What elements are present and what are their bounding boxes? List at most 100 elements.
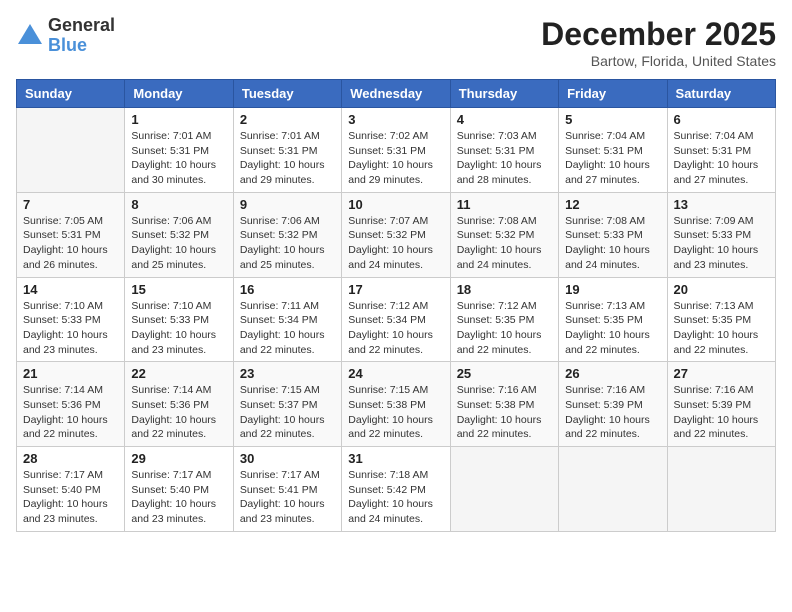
- calendar-cell: 17 Sunrise: 7:12 AM Sunset: 5:34 PM Dayli…: [342, 277, 450, 362]
- calendar-day-header: Sunday: [17, 80, 125, 108]
- day-info: Sunrise: 7:06 AM Sunset: 5:32 PM Dayligh…: [240, 214, 335, 273]
- day-number: 9: [240, 197, 335, 212]
- calendar-cell: 8 Sunrise: 7:06 AM Sunset: 5:32 PM Daylig…: [125, 192, 233, 277]
- calendar-cell: 22 Sunrise: 7:14 AM Sunset: 5:36 PM Dayli…: [125, 362, 233, 447]
- calendar-day-header: Tuesday: [233, 80, 341, 108]
- calendar-week-row: 14 Sunrise: 7:10 AM Sunset: 5:33 PM Dayli…: [17, 277, 776, 362]
- calendar-day-header: Monday: [125, 80, 233, 108]
- day-info: Sunrise: 7:08 AM Sunset: 5:32 PM Dayligh…: [457, 214, 552, 273]
- calendar-cell: 7Sunrise: 7:05 AM Sunset: 5:31 PM Daylig…: [17, 192, 125, 277]
- logo-general: General: [48, 15, 115, 35]
- logo-icon: [16, 22, 44, 50]
- calendar-cell: 16 Sunrise: 7:11 AM Sunset: 5:34 PM Dayli…: [233, 277, 341, 362]
- day-number: 30: [240, 451, 335, 466]
- day-number: 2: [240, 112, 335, 127]
- day-number: 28: [23, 451, 118, 466]
- day-number: 3: [348, 112, 443, 127]
- page-header: General Blue December 2025 Bartow, Flori…: [16, 16, 776, 69]
- calendar-cell: 14 Sunrise: 7:10 AM Sunset: 5:33 PM Dayli…: [17, 277, 125, 362]
- calendar-cell: 11 Sunrise: 7:08 AM Sunset: 5:32 PM Dayli…: [450, 192, 558, 277]
- day-number: 18: [457, 282, 552, 297]
- calendar-cell: 25 Sunrise: 7:16 AM Sunset: 5:38 PM Dayli…: [450, 362, 558, 447]
- day-info: Sunrise: 7:10 AM Sunset: 5:33 PM Dayligh…: [131, 299, 226, 358]
- day-number: 13: [674, 197, 769, 212]
- calendar-cell: 26 Sunrise: 7:16 AM Sunset: 5:39 PM Dayli…: [559, 362, 667, 447]
- day-info: Sunrise: 7:03 AM Sunset: 5:31 PM Dayligh…: [457, 129, 552, 188]
- calendar-cell: 21 Sunrise: 7:14 AM Sunset: 5:36 PM Dayli…: [17, 362, 125, 447]
- day-number: 5: [565, 112, 660, 127]
- calendar-week-row: 21 Sunrise: 7:14 AM Sunset: 5:36 PM Dayli…: [17, 362, 776, 447]
- day-info: Sunrise: 7:17 AM Sunset: 5:40 PM Dayligh…: [23, 468, 118, 527]
- calendar-cell: 4 Sunrise: 7:03 AM Sunset: 5:31 PM Daylig…: [450, 108, 558, 193]
- calendar-week-row: 7Sunrise: 7:05 AM Sunset: 5:31 PM Daylig…: [17, 192, 776, 277]
- calendar-cell: 13 Sunrise: 7:09 AM Sunset: 5:33 PM Dayli…: [667, 192, 775, 277]
- day-number: 20: [674, 282, 769, 297]
- day-info: Sunrise: 7:16 AM Sunset: 5:38 PM Dayligh…: [457, 383, 552, 442]
- day-info: Sunrise: 7:01 AM Sunset: 5:31 PM Dayligh…: [240, 129, 335, 188]
- calendar-day-header: Wednesday: [342, 80, 450, 108]
- calendar-week-row: 1 Sunrise: 7:01 AM Sunset: 5:31 PM Daylig…: [17, 108, 776, 193]
- calendar-week-row: 28 Sunrise: 7:17 AM Sunset: 5:40 PM Dayli…: [17, 447, 776, 532]
- calendar-cell: 29 Sunrise: 7:17 AM Sunset: 5:40 PM Dayli…: [125, 447, 233, 532]
- day-number: 1: [131, 112, 226, 127]
- month-title: December 2025: [541, 16, 776, 53]
- day-number: 8: [131, 197, 226, 212]
- calendar-cell: 28 Sunrise: 7:17 AM Sunset: 5:40 PM Dayli…: [17, 447, 125, 532]
- calendar-cell: 3 Sunrise: 7:02 AM Sunset: 5:31 PM Daylig…: [342, 108, 450, 193]
- day-number: 24: [348, 366, 443, 381]
- calendar-day-header: Friday: [559, 80, 667, 108]
- day-info: Sunrise: 7:06 AM Sunset: 5:32 PM Dayligh…: [131, 214, 226, 273]
- calendar-cell: 18 Sunrise: 7:12 AM Sunset: 5:35 PM Dayli…: [450, 277, 558, 362]
- calendar-cell: 24 Sunrise: 7:15 AM Sunset: 5:38 PM Dayli…: [342, 362, 450, 447]
- day-info: Sunrise: 7:02 AM Sunset: 5:31 PM Dayligh…: [348, 129, 443, 188]
- day-number: 29: [131, 451, 226, 466]
- day-number: 12: [565, 197, 660, 212]
- day-info: Sunrise: 7:12 AM Sunset: 5:35 PM Dayligh…: [457, 299, 552, 358]
- day-info: Sunrise: 7:18 AM Sunset: 5:42 PM Dayligh…: [348, 468, 443, 527]
- day-info: Sunrise: 7:16 AM Sunset: 5:39 PM Dayligh…: [565, 383, 660, 442]
- day-number: 11: [457, 197, 552, 212]
- day-info: Sunrise: 7:09 AM Sunset: 5:33 PM Dayligh…: [674, 214, 769, 273]
- day-number: 23: [240, 366, 335, 381]
- day-info: Sunrise: 7:12 AM Sunset: 5:34 PM Dayligh…: [348, 299, 443, 358]
- day-number: 17: [348, 282, 443, 297]
- day-number: 16: [240, 282, 335, 297]
- calendar-cell: 30Sunrise: 7:17 AM Sunset: 5:41 PM Dayli…: [233, 447, 341, 532]
- calendar-day-header: Thursday: [450, 80, 558, 108]
- day-number: 15: [131, 282, 226, 297]
- calendar-cell: 1Sunrise: 7:01 AM Sunset: 5:31 PM Daylig…: [125, 108, 233, 193]
- calendar-cell: [450, 447, 558, 532]
- calendar-day-header: Saturday: [667, 80, 775, 108]
- day-info: Sunrise: 7:15 AM Sunset: 5:38 PM Dayligh…: [348, 383, 443, 442]
- calendar-cell: 5 Sunrise: 7:04 AM Sunset: 5:31 PM Daylig…: [559, 108, 667, 193]
- day-number: 31: [348, 451, 443, 466]
- calendar-cell: 6Sunrise: 7:04 AM Sunset: 5:31 PM Daylig…: [667, 108, 775, 193]
- day-info: Sunrise: 7:16 AM Sunset: 5:39 PM Dayligh…: [674, 383, 769, 442]
- day-info: Sunrise: 7:10 AM Sunset: 5:33 PM Dayligh…: [23, 299, 118, 358]
- calendar-cell: 12 Sunrise: 7:08 AM Sunset: 5:33 PM Dayli…: [559, 192, 667, 277]
- logo-text: General Blue: [48, 16, 115, 56]
- calendar-cell: 27Sunrise: 7:16 AM Sunset: 5:39 PM Dayli…: [667, 362, 775, 447]
- day-info: Sunrise: 7:14 AM Sunset: 5:36 PM Dayligh…: [131, 383, 226, 442]
- logo: General Blue: [16, 16, 115, 56]
- calendar-cell: [667, 447, 775, 532]
- day-number: 10: [348, 197, 443, 212]
- day-info: Sunrise: 7:04 AM Sunset: 5:31 PM Dayligh…: [674, 129, 769, 188]
- day-info: Sunrise: 7:08 AM Sunset: 5:33 PM Dayligh…: [565, 214, 660, 273]
- day-info: Sunrise: 7:11 AM Sunset: 5:34 PM Dayligh…: [240, 299, 335, 358]
- day-info: Sunrise: 7:15 AM Sunset: 5:37 PM Dayligh…: [240, 383, 335, 442]
- calendar-cell: 20Sunrise: 7:13 AM Sunset: 5:35 PM Dayli…: [667, 277, 775, 362]
- day-info: Sunrise: 7:17 AM Sunset: 5:40 PM Dayligh…: [131, 468, 226, 527]
- calendar-cell: [17, 108, 125, 193]
- day-number: 21: [23, 366, 118, 381]
- logo-blue: Blue: [48, 35, 87, 55]
- location: Bartow, Florida, United States: [541, 53, 776, 69]
- calendar-cell: 19Sunrise: 7:13 AM Sunset: 5:35 PM Dayli…: [559, 277, 667, 362]
- day-info: Sunrise: 7:04 AM Sunset: 5:31 PM Dayligh…: [565, 129, 660, 188]
- day-number: 22: [131, 366, 226, 381]
- day-number: 4: [457, 112, 552, 127]
- day-info: Sunrise: 7:14 AM Sunset: 5:36 PM Dayligh…: [23, 383, 118, 442]
- day-number: 26: [565, 366, 660, 381]
- day-number: 25: [457, 366, 552, 381]
- day-number: 14: [23, 282, 118, 297]
